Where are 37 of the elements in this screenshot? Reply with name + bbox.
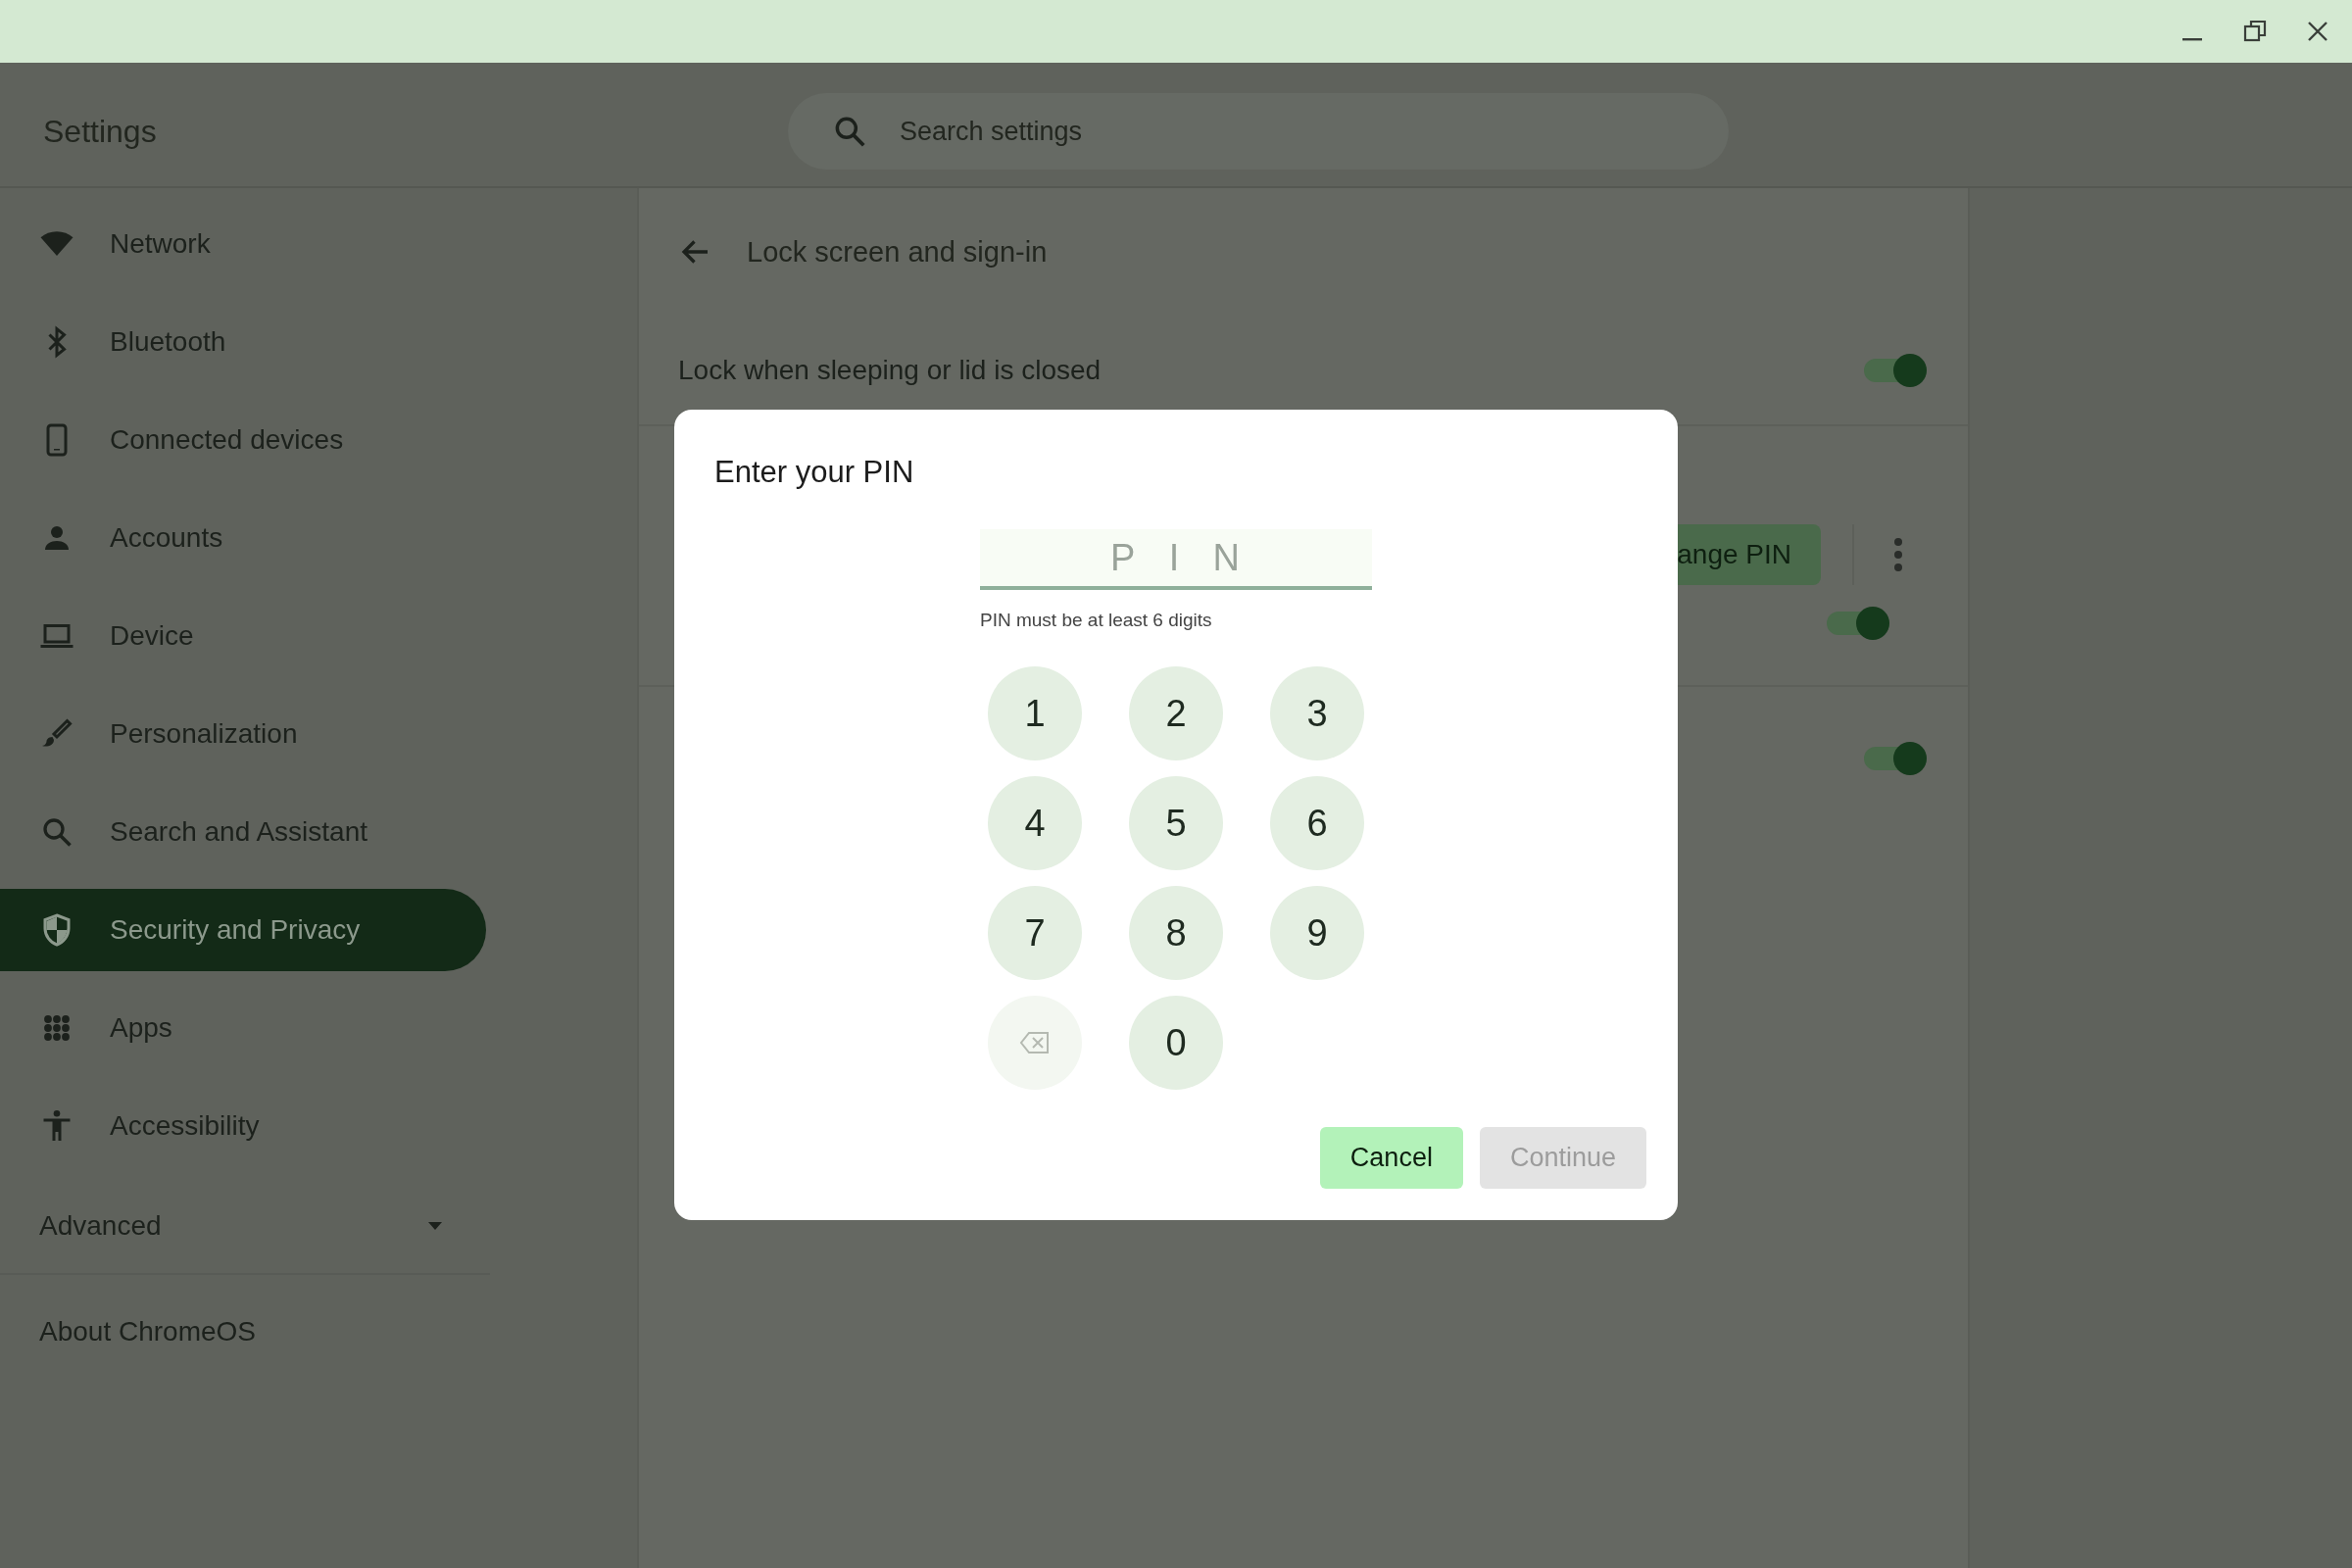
keypad-key[interactable]: 4 xyxy=(988,776,1082,870)
keypad-key[interactable]: 9 xyxy=(1270,886,1364,980)
keypad-key[interactable]: 3 xyxy=(1270,666,1364,760)
keypad-key[interactable]: 5 xyxy=(1129,776,1223,870)
sidebar-item[interactable]: Apps xyxy=(0,987,486,1069)
more-vertical-icon[interactable] xyxy=(1893,537,1903,572)
sidebar-item[interactable]: Network xyxy=(0,203,486,285)
dialog-button[interactable]: Cancel xyxy=(1319,1127,1463,1189)
sidebar-item[interactable]: Accounts xyxy=(0,497,486,579)
backspace-icon xyxy=(1019,1030,1051,1055)
hint-text: PIN must be at least 6 digits xyxy=(980,610,1212,631)
search-input[interactable]: Search settings xyxy=(898,115,1588,148)
setting-label: Lock when sleeping or lid is closed xyxy=(678,354,1102,386)
page-title: Lock screen and sign-in xyxy=(747,235,1048,269)
dialog-title: Enter your PIN xyxy=(714,454,915,491)
search-bar[interactable]: Search settings xyxy=(788,93,1729,170)
sidebar-item[interactable]: Personalization xyxy=(0,693,486,775)
app-title: Settings xyxy=(42,113,158,150)
sidebar-item[interactable]: Device xyxy=(0,595,486,677)
toggle-switch[interactable] xyxy=(1864,742,1927,775)
keypad-key[interactable]: 0 xyxy=(1129,996,1223,1090)
sidebar-item[interactable]: About ChromeOS xyxy=(0,1283,256,1381)
sidebar-item[interactable]: Bluetooth xyxy=(0,301,486,383)
keypad-key[interactable]: 6 xyxy=(1270,776,1364,870)
keypad-key[interactable]: 8 xyxy=(1129,886,1223,980)
sidebar-item[interactable]: Accessibility xyxy=(0,1085,486,1167)
sidebar-item[interactable]: Security and Privacy xyxy=(0,889,486,971)
pin-field[interactable]: PIN xyxy=(980,529,1372,590)
toggle-switch[interactable] xyxy=(1827,607,1889,640)
toggle-switch[interactable] xyxy=(1864,353,1927,387)
sidebar-item[interactable]: Search and Assistant xyxy=(0,791,486,873)
change-pin-button[interactable]: ange PIN xyxy=(1677,524,1821,585)
sidebar-item[interactable]: Connected devices xyxy=(0,399,486,481)
keypad-key[interactable]: 2 xyxy=(1129,666,1223,760)
keypad-key[interactable]: 7 xyxy=(988,886,1082,980)
advanced-section[interactable]: Advanced xyxy=(0,1185,486,1267)
keypad-key[interactable]: 1 xyxy=(988,666,1082,760)
